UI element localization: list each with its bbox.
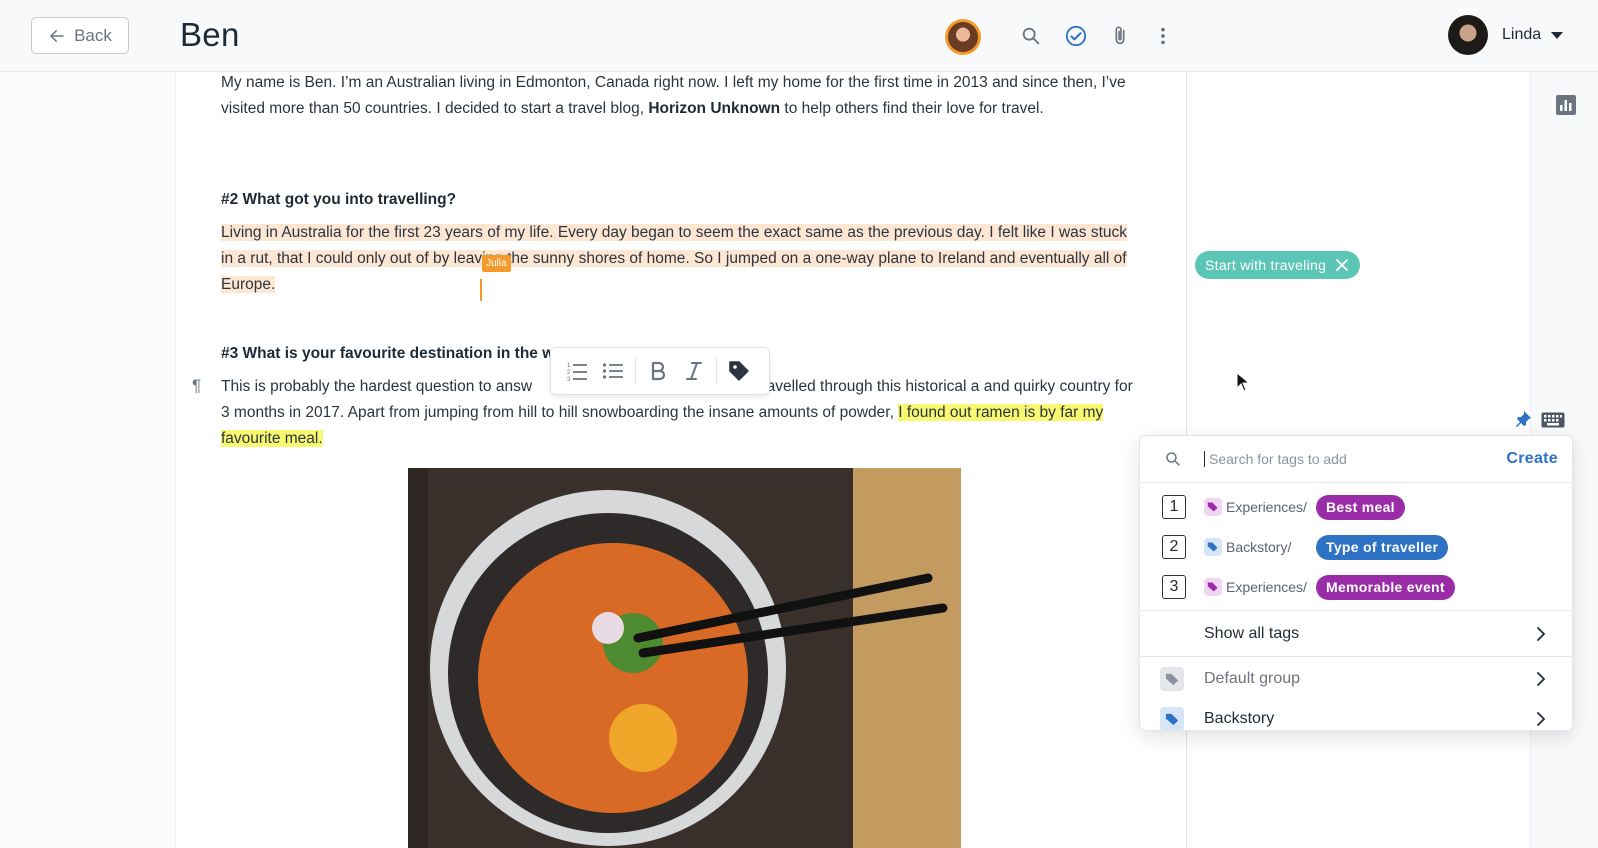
tag-group-icon bbox=[1160, 707, 1184, 730]
tag-group-icon bbox=[1204, 578, 1222, 596]
svg-text:1: 1 bbox=[567, 363, 571, 369]
left-gutter bbox=[0, 72, 176, 848]
shortcut-number: 1 bbox=[1162, 495, 1186, 519]
svg-text:2: 2 bbox=[567, 370, 571, 376]
pin-icon[interactable] bbox=[1514, 410, 1532, 428]
collaborator-avatar[interactable] bbox=[945, 19, 981, 55]
user-menu[interactable]: Linda bbox=[1448, 15, 1564, 55]
bold-icon[interactable] bbox=[640, 353, 676, 389]
tag-suggestion-row[interactable]: 2 Backstory/Type of traveller bbox=[1140, 527, 1572, 567]
user-name: Linda bbox=[1502, 26, 1542, 43]
tag-group-icon bbox=[1204, 538, 1222, 556]
tag-suggestion-row[interactable]: 3 Experiences/Memorable event bbox=[1140, 567, 1572, 607]
paperclip-icon[interactable] bbox=[1107, 23, 1133, 49]
chevron-right-icon bbox=[1537, 712, 1546, 726]
q2-paragraph[interactable]: Living in Australia for the first 23 yea… bbox=[221, 220, 1141, 298]
q3-heading: #3 What is your favourite destination in… bbox=[221, 345, 564, 362]
intro-paragraph[interactable]: My name is Ben. I’m an Australian living… bbox=[221, 72, 1141, 122]
show-all-tags-link[interactable]: Show all tags bbox=[1140, 611, 1572, 656]
format-toolbar: 123 bbox=[550, 347, 770, 395]
paragraph-mark-icon[interactable]: ¶ bbox=[192, 376, 201, 396]
top-bar: Back Ben Linda bbox=[0, 0, 1598, 72]
shortcut-number: 3 bbox=[1162, 575, 1186, 599]
arrow-left-icon bbox=[50, 29, 64, 42]
back-label: Back bbox=[74, 25, 112, 45]
page-title: Ben bbox=[180, 16, 240, 53]
avatar bbox=[1448, 15, 1488, 55]
applied-tag-label: Start with traveling bbox=[1205, 257, 1327, 273]
tag-group-icon bbox=[1204, 498, 1222, 516]
tag-group-label: Backstory/ bbox=[1226, 539, 1292, 555]
italic-icon[interactable] bbox=[676, 353, 712, 389]
tag-icon[interactable] bbox=[721, 353, 757, 389]
applied-tag-chip[interactable]: Start with traveling bbox=[1195, 251, 1361, 279]
tag-group-icon bbox=[1160, 667, 1184, 691]
q2-heading: #2 What got you into travelling? bbox=[221, 191, 457, 208]
check-circle-icon[interactable] bbox=[1063, 23, 1089, 49]
caret-down-icon bbox=[1551, 31, 1564, 39]
search-icon[interactable] bbox=[1018, 23, 1044, 49]
tag-picker-popup: Create 1 Experiences/Best meal 2 Backstory/… bbox=[1139, 435, 1573, 731]
tag-search-bar: Create bbox=[1140, 436, 1572, 483]
close-icon[interactable] bbox=[1336, 259, 1349, 271]
back-button[interactable]: Back bbox=[31, 17, 129, 54]
document-editor[interactable]: My name is Ben. I’m an Australian living… bbox=[177, 72, 1187, 848]
tag-pill[interactable]: Memorable event bbox=[1316, 574, 1455, 600]
ramen-photo bbox=[408, 468, 961, 848]
chevron-right-icon bbox=[1537, 626, 1546, 641]
shortcut-number: 2 bbox=[1162, 535, 1186, 559]
more-vertical-icon[interactable] bbox=[1150, 23, 1176, 49]
mouse-pointer-icon bbox=[1236, 372, 1250, 392]
tag-group-label: Experiences/ bbox=[1226, 579, 1307, 595]
svg-text:3: 3 bbox=[567, 377, 571, 383]
blog-name: Horizon Unknown bbox=[648, 100, 781, 117]
tag-search-input[interactable] bbox=[1204, 451, 1507, 467]
tag-group-backstory[interactable]: Backstory bbox=[1140, 699, 1572, 730]
tag-pill[interactable]: Type of traveller bbox=[1316, 534, 1449, 560]
ordered-list-icon[interactable]: 123 bbox=[559, 353, 595, 389]
collaborator-caret bbox=[480, 279, 482, 301]
tag-group-default[interactable]: Default group bbox=[1140, 659, 1572, 699]
tag-suggestion-row[interactable]: 1 Experiences/Best meal bbox=[1140, 487, 1572, 527]
bullet-list-icon[interactable] bbox=[595, 353, 631, 389]
tag-group-label: Experiences/ bbox=[1226, 499, 1307, 515]
create-tag-button[interactable]: Create bbox=[1506, 450, 1558, 468]
collaborator-cursor-label: Julia bbox=[482, 255, 511, 272]
bar-chart-icon[interactable] bbox=[1556, 95, 1576, 115]
tag-pill[interactable]: Best meal bbox=[1316, 494, 1405, 520]
chevron-right-icon bbox=[1537, 672, 1546, 686]
keyboard-icon[interactable] bbox=[1541, 412, 1565, 428]
highlight-start-with-traveling[interactable]: Living in Australia for the first 23 yea… bbox=[221, 224, 1128, 293]
search-icon bbox=[1166, 452, 1180, 466]
